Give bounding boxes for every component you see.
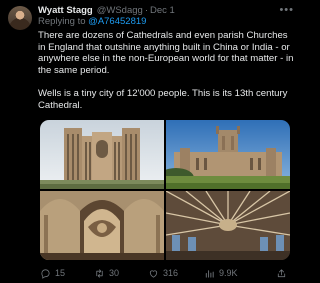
replying-to: Replying to @A76452819	[38, 16, 146, 27]
media-photo-west-front[interactable]	[40, 120, 164, 189]
tweet-paragraph: Wells is a tiny city of 12'000 people. T…	[38, 87, 288, 111]
replying-to-label: Replying to	[38, 16, 86, 27]
author-name[interactable]: Wyatt Stagg	[38, 5, 93, 16]
views-button[interactable]: 9.9K	[204, 266, 238, 280]
media-photo-central-tower[interactable]	[166, 120, 290, 189]
heart-icon	[149, 269, 158, 278]
like-button[interactable]: 316	[148, 266, 178, 280]
post-date[interactable]: Dec 1	[150, 5, 175, 16]
reply-count: 15	[55, 268, 66, 278]
media-photo-vaulted-ceiling[interactable]	[166, 191, 290, 260]
tweet-header: Wyatt Stagg @WSdagg · Dec 1 •••	[38, 3, 294, 17]
avatar[interactable]	[8, 6, 32, 30]
action-bar: 15 30 316 9.9K	[40, 266, 296, 280]
repost-count: 30	[109, 268, 120, 278]
views-count: 9.9K	[219, 268, 238, 278]
tweet: Wyatt Stagg @WSdagg · Dec 1 ••• Replying…	[0, 0, 300, 283]
views-icon	[205, 269, 214, 278]
media-photo-nave-interior[interactable]	[40, 191, 164, 260]
media-grid	[40, 120, 290, 260]
like-count: 316	[163, 268, 179, 278]
reply-handle-link[interactable]: @A76452819	[88, 16, 146, 27]
author-handle[interactable]: @WSdagg	[97, 5, 143, 16]
separator-dot: ·	[144, 4, 148, 16]
more-options-icon[interactable]: •••	[279, 4, 294, 16]
repost-button[interactable]: 30	[94, 266, 119, 280]
tweet-paragraph: There are dozens of Cathedrals and even …	[38, 30, 294, 76]
repost-icon	[96, 268, 103, 278]
tweet-text: There are dozens of Cathedrals and even …	[38, 30, 294, 123]
reply-button[interactable]: 15	[40, 266, 65, 280]
reply-icon	[41, 268, 50, 279]
share-button[interactable]	[276, 266, 291, 280]
share-icon	[277, 268, 286, 277]
